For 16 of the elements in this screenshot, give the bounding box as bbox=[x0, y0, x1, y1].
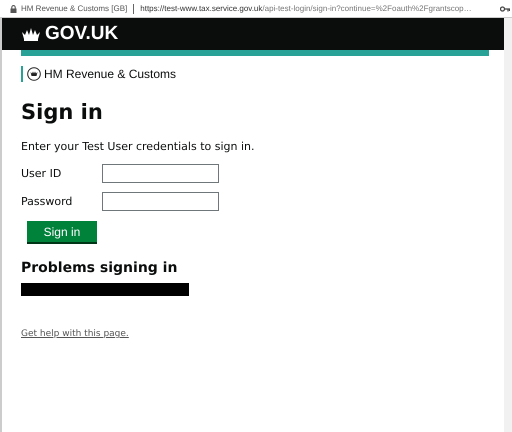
field-label: User ID bbox=[21, 166, 62, 180]
url-text: https://test-www.tax.service.gov.uk/api-test-login/sign-in?continue=%2Foauth%2Fgrantscop… bbox=[140, 4, 472, 13]
page-heading: Sign in bbox=[21, 100, 104, 124]
sign-in-button[interactable]: Sign in bbox=[27, 221, 97, 242]
input-field[interactable] bbox=[102, 192, 219, 210]
crown-icon bbox=[21, 27, 41, 41]
key-icon[interactable] bbox=[500, 6, 510, 12]
field-label: Password bbox=[21, 194, 74, 208]
crest-icon bbox=[27, 67, 41, 81]
intro-text: Enter your Test User credentials to sign in. bbox=[21, 140, 256, 153]
input-field[interactable] bbox=[102, 164, 219, 182]
page-title: HM Revenue & Customs [GB] bbox=[21, 4, 128, 13]
govuk-logo[interactable]: GOV.UK bbox=[21, 23, 118, 45]
section-heading: Problems signing in bbox=[21, 260, 178, 276]
lock-icon bbox=[10, 4, 17, 12]
help-link[interactable]: Get help with this page. bbox=[21, 329, 129, 339]
